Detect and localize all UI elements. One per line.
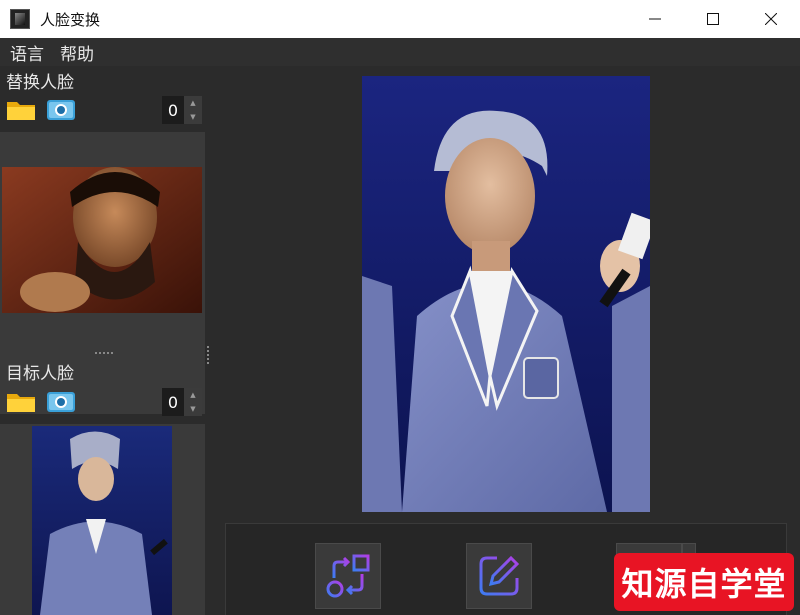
folder-icon[interactable] <box>6 390 36 414</box>
window-title: 人脸变换 <box>40 10 101 29</box>
spin-buttons: ▲ ▼ <box>184 388 202 416</box>
watermark-badge: 知源自学堂 <box>614 553 794 611</box>
target-face-image-frame <box>0 424 205 615</box>
folder-icon[interactable] <box>6 98 36 122</box>
camera-icon[interactable] <box>46 390 76 414</box>
source-face-index-spinbox[interactable]: 0 ▲ ▼ <box>162 96 202 124</box>
swap-icon <box>326 554 370 598</box>
spin-up-icon[interactable]: ▲ <box>184 388 202 402</box>
source-splitter-handle[interactable] <box>95 352 113 355</box>
edit-button[interactable] <box>466 543 532 609</box>
result-image <box>362 76 650 512</box>
result-preview-image <box>362 76 650 512</box>
edit-icon <box>479 555 520 596</box>
maximize-button[interactable] <box>684 0 742 38</box>
window-controls <box>626 0 800 38</box>
menu-bar: 语言 帮助 <box>0 38 800 66</box>
menu-help[interactable]: 帮助 <box>60 40 94 65</box>
target-face-image <box>0 424 205 615</box>
target-face-index-value[interactable]: 0 <box>162 388 184 416</box>
source-face-title: 替换人脸 <box>6 73 74 93</box>
close-icon <box>765 13 777 25</box>
minimize-button[interactable] <box>626 0 684 38</box>
source-face-index-value[interactable]: 0 <box>162 96 184 124</box>
camera-icon[interactable] <box>46 98 76 122</box>
maximize-icon <box>707 13 719 25</box>
target-face-toolbar: 0 ▲ ▼ <box>6 388 206 418</box>
panel-splitter-handle[interactable] <box>207 346 210 364</box>
spin-down-icon[interactable]: ▼ <box>184 110 202 124</box>
close-button[interactable] <box>742 0 800 38</box>
spin-down-icon[interactable]: ▼ <box>184 402 202 416</box>
source-face-toolbar: 0 ▲ ▼ <box>6 96 206 126</box>
minimize-icon <box>649 18 661 20</box>
spin-buttons: ▲ ▼ <box>184 96 202 124</box>
app-icon <box>10 9 30 29</box>
spin-up-icon[interactable]: ▲ <box>184 96 202 110</box>
menu-language[interactable]: 语言 <box>10 40 44 65</box>
title-bar: 人脸变换 <box>0 0 800 38</box>
left-panel: 替换人脸 0 ▲ ▼ 目标人脸 0 ▲ ▼ <box>0 66 210 615</box>
target-face-title: 目标人脸 <box>6 364 74 384</box>
swap-face-button[interactable] <box>315 543 381 609</box>
target-face-index-spinbox[interactable]: 0 ▲ ▼ <box>162 388 202 416</box>
